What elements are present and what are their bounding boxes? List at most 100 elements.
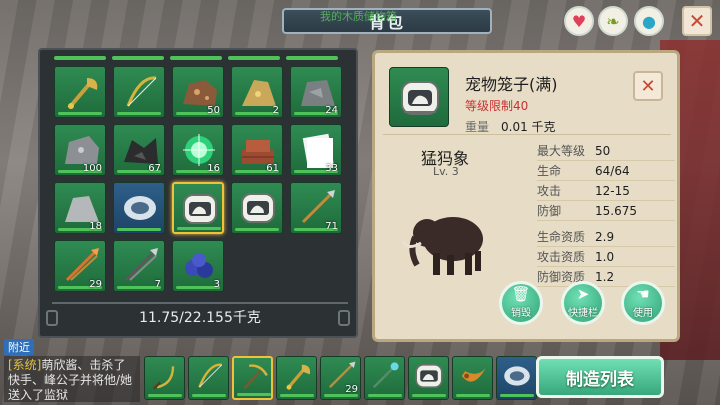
inventory-durability-bars	[54, 56, 338, 60]
water-drop-icon: ●	[642, 11, 656, 31]
item-name: 宠物笼子(满)	[465, 75, 558, 94]
durability-bar	[237, 393, 271, 396]
durability-bar	[280, 394, 314, 397]
pet-level: Lv. 3	[433, 165, 459, 178]
hotbar-slot[interactable]	[364, 356, 405, 400]
inventory-slot[interactable]: 33	[290, 124, 342, 176]
item-count: 7	[154, 279, 161, 290]
disc-icon	[124, 196, 156, 220]
inventory-slot[interactable]: 100	[54, 124, 106, 176]
inventory-slot[interactable]	[113, 66, 165, 118]
pet-cage-icon	[389, 67, 449, 127]
item-count: 24	[325, 105, 338, 116]
destroy-button[interactable]: 🗑 销毁	[499, 281, 543, 325]
pet-cage-icon	[241, 193, 275, 223]
item-detail-header: 宠物笼子(满) 等级限制40 重量 0.01 千克 ✕	[383, 61, 671, 135]
water-button[interactable]: ●	[634, 6, 664, 36]
inventory-slot[interactable]: 7	[113, 240, 165, 292]
aptitude-row: 攻击资质 1.0	[537, 247, 675, 267]
scroll-left-icon	[46, 310, 58, 326]
inventory-grid: 50 2 24 100 67 16 61 33 18 71 29 7 3	[54, 66, 342, 292]
chat-system-tag: [系统]	[8, 358, 42, 372]
pickaxe-icon	[243, 364, 268, 390]
food-button[interactable]: ❧	[598, 6, 628, 36]
item-count: 16	[207, 163, 220, 174]
chat-tab-nearby[interactable]: 附近	[4, 339, 34, 355]
inventory-slot[interactable]: 71	[290, 182, 342, 234]
hotbar-slot[interactable]	[232, 356, 273, 400]
item-count: 29	[89, 279, 102, 290]
durability-bar	[148, 394, 182, 397]
hotbar-slot[interactable]	[408, 356, 449, 400]
inventory-weight: 11.75/22.155千克	[139, 310, 261, 326]
durability-bar	[58, 112, 102, 115]
hotbar-slot[interactable]	[452, 356, 493, 400]
item-count: 50	[207, 105, 220, 116]
stat-row: 攻击 12-15	[537, 181, 675, 201]
pet-stats: 最大等级 50 生命 64/64 攻击 12-15 防御 15.675 生命资质 2.9 …	[537, 141, 675, 287]
mammoth-icon	[401, 217, 483, 275]
durability-bar	[177, 227, 221, 230]
hotbar-slot[interactable]	[496, 356, 537, 400]
arrow-left-icon: ➤	[576, 285, 590, 303]
inventory-slot[interactable]: 50	[172, 66, 224, 118]
inventory-footer: 11.75/22.155千克	[52, 302, 348, 330]
item-count: 100	[82, 163, 102, 174]
durability-bar	[235, 228, 279, 231]
heart-icon: ♥	[571, 11, 587, 31]
use-button[interactable]: ☚ 使用	[621, 281, 665, 325]
item-count: 67	[148, 163, 161, 174]
hand-icon: ☚	[636, 285, 650, 303]
staff-icon	[372, 362, 399, 389]
pet-cage-icon	[415, 364, 443, 388]
item-weight-label: 重量	[465, 120, 490, 134]
item-count: 71	[325, 221, 338, 232]
hotbar-slot[interactable]: 29	[320, 356, 361, 400]
inventory-slot[interactable]	[54, 66, 106, 118]
inventory-slot[interactable]	[113, 182, 165, 234]
durability-bar	[117, 228, 161, 231]
hotbar-slot[interactable]	[276, 356, 317, 400]
durability-bar	[117, 112, 161, 115]
item-count: 18	[89, 221, 102, 232]
item-weight-value: 0.01 千克	[501, 120, 556, 134]
inventory-slot[interactable]	[172, 182, 224, 234]
item-count: 33	[325, 163, 338, 174]
close-button[interactable]: ✕	[682, 6, 712, 36]
stat-row: 生命 64/64	[537, 161, 675, 181]
sickle-icon	[152, 366, 175, 390]
craft-list-button[interactable]: 制造列表	[536, 356, 664, 398]
hotbar-button[interactable]: ➤ 快捷栏	[561, 281, 605, 325]
window-title-bar: 我的木质储物箱 背包	[282, 8, 492, 34]
item-detail-panel: 宠物笼子(满) 等级限制40 重量 0.01 千克 ✕ 猛犸象 Lv. 3 最大…	[372, 50, 680, 342]
inventory-slot[interactable]: 2	[231, 66, 283, 118]
chat-box: [系统]萌欣酱、击杀了快手、峰公子并将他/她送入了监狱	[4, 356, 140, 402]
durability-bar	[192, 394, 226, 397]
hotbar-slot[interactable]	[144, 356, 185, 400]
ghost-title: 我的木质储物箱	[320, 10, 397, 23]
inventory-panel: 50 2 24 100 67 16 61 33 18 71 29 7 3 11.75/22.155千克	[38, 48, 358, 338]
scroll-right-icon	[338, 310, 350, 326]
bow-icon	[126, 76, 157, 107]
stat-row: 最大等级 50	[537, 141, 675, 161]
inventory-slot[interactable]: 16	[172, 124, 224, 176]
inventory-slot[interactable]	[231, 182, 283, 234]
inventory-slot[interactable]: 24	[290, 66, 342, 118]
item-count: 61	[266, 163, 279, 174]
inventory-slot[interactable]: 18	[54, 182, 106, 234]
inventory-slot[interactable]: 29	[54, 240, 106, 292]
disc-icon	[504, 366, 530, 386]
axe-icon	[67, 78, 98, 110]
item-count: 29	[345, 384, 358, 395]
inventory-slot[interactable]: 61	[231, 124, 283, 176]
stat-row: 防御 15.675	[537, 201, 675, 221]
hotbar-slot[interactable]	[188, 356, 229, 400]
heart-button[interactable]: ♥	[564, 6, 594, 36]
durability-bar	[412, 394, 446, 397]
close-icon: ✕	[688, 9, 706, 33]
inventory-slot[interactable]: 3	[172, 240, 224, 292]
item-count: 3	[213, 279, 220, 290]
detail-close-button[interactable]: ✕	[633, 71, 663, 101]
inventory-slot[interactable]: 67	[113, 124, 165, 176]
durability-bar	[500, 394, 534, 397]
